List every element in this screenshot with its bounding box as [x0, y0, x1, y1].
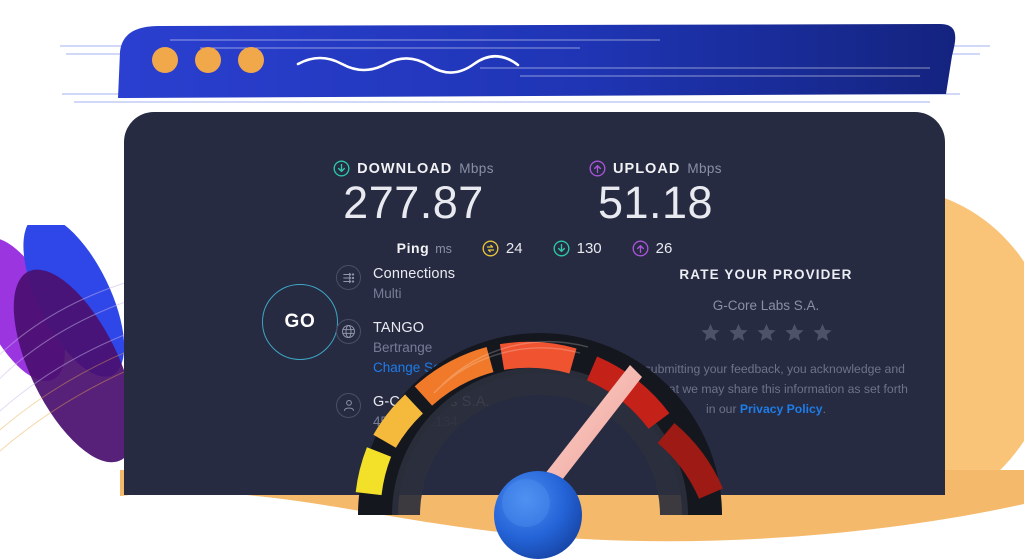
ping-row: Ping ms 24 130 26 — [124, 240, 945, 257]
rate-provider-title: RATE YOUR PROVIDER — [679, 267, 853, 282]
window-dot — [195, 47, 221, 73]
star-icon[interactable] — [784, 322, 805, 343]
connection-row-connections: Connections Multi — [336, 264, 566, 304]
rate-provider-section: RATE YOUR PROVIDER G-Core Labs S.A. By s… — [611, 267, 921, 419]
ping-unit: ms — [435, 242, 452, 257]
server-name: TANGO — [373, 319, 425, 336]
go-button[interactable]: GO — [262, 284, 338, 360]
disclaimer-text-after: . — [822, 401, 826, 416]
ping-upload: 26 — [632, 239, 673, 257]
connections-subtitle: Multi — [373, 286, 402, 302]
change-server-link[interactable]: Change Server — [373, 358, 464, 378]
rate-provider-name: G-Core Labs S.A. — [712, 298, 820, 313]
circle-arrow-down-icon — [553, 240, 570, 257]
globe-icon — [336, 318, 361, 344]
upload-result: UPLOAD Mbps 51.18 — [571, 160, 741, 228]
speedtest-result-panel: DOWNLOAD Mbps 277.87 UPLOAD Mbps 51.18 P… — [124, 112, 945, 495]
download-result: DOWNLOAD Mbps 277.87 — [329, 160, 499, 228]
ping-download: 130 — [553, 240, 602, 257]
person-icon — [336, 392, 361, 418]
star-icon[interactable] — [700, 322, 721, 343]
star-icon[interactable] — [812, 322, 833, 343]
window-dot — [238, 47, 264, 73]
upload-value: 51.18 — [597, 177, 714, 228]
isp-name: G-Core Labs S.A. — [373, 393, 490, 410]
ping-upload-value: 26 — [655, 239, 673, 257]
connections-icon — [336, 265, 361, 290]
connection-row-isp: G-Core Labs S.A. 45.140.xx.134 — [336, 392, 566, 432]
download-unit: Mbps — [459, 161, 494, 176]
speedtest-result-illustration: DOWNLOAD Mbps 277.87 UPLOAD Mbps 51.18 P… — [0, 0, 1024, 560]
connection-info: Connections Multi TANGO Bertrange Change… — [336, 264, 566, 446]
connection-row-server: TANGO Bertrange Change Server — [336, 318, 566, 378]
window-dot — [152, 47, 178, 73]
upload-label: UPLOAD — [613, 160, 681, 177]
blue-brush-banner — [60, 24, 990, 103]
circle-arrow-up-icon — [589, 160, 606, 177]
star-icon[interactable] — [756, 322, 777, 343]
ping-label-group: Ping ms — [397, 240, 452, 256]
ping-download-value: 130 — [576, 239, 602, 257]
url-squiggle — [296, 54, 520, 74]
ping-label: Ping — [396, 240, 430, 257]
circle-arrow-down-icon — [333, 160, 350, 177]
star-icon[interactable] — [728, 322, 749, 343]
ping-idle: 24 — [482, 240, 523, 257]
go-button-label: GO — [284, 311, 316, 332]
star-rating[interactable] — [611, 322, 921, 343]
privacy-disclaimer: By submitting your feedback, you acknowl… — [611, 360, 921, 419]
connections-title: Connections — [373, 266, 456, 282]
results-header: DOWNLOAD Mbps 277.87 UPLOAD Mbps 51.18 P… — [124, 160, 945, 257]
download-label: DOWNLOAD — [357, 160, 453, 177]
circle-arrows-idle-icon — [482, 240, 499, 257]
isp-ip: 45.140.xx.134 — [373, 414, 458, 430]
privacy-policy-link[interactable]: Privacy Policy — [740, 402, 823, 416]
ping-idle-value: 24 — [505, 239, 523, 257]
download-value: 277.87 — [343, 177, 484, 228]
server-location: Bertrange — [373, 339, 433, 355]
upload-unit: Mbps — [687, 161, 722, 176]
circle-arrow-up-icon — [632, 240, 649, 257]
